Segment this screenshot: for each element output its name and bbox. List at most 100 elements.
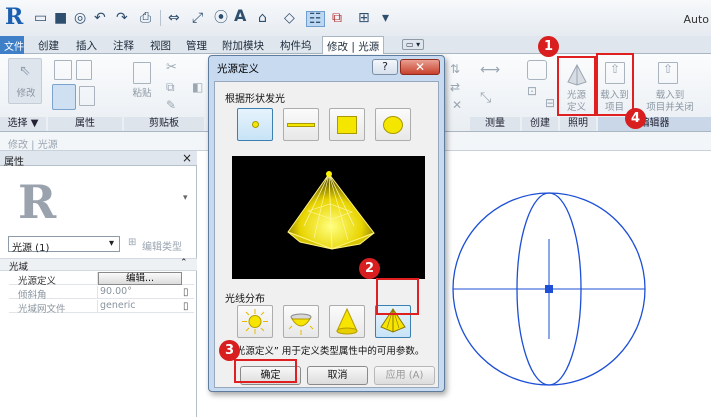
rectangle-shape-icon [337, 116, 357, 134]
tab-annotate[interactable]: 注释 [113, 38, 134, 53]
open-icon[interactable]: ▭ [34, 11, 47, 25]
delete-icon[interactable]: ✕ [452, 98, 462, 112]
tab-component-dock[interactable]: 构件坞 [280, 38, 312, 53]
tab-manage[interactable]: 管理 [186, 38, 207, 53]
geometry-icon[interactable]: ◧ [192, 80, 203, 94]
type-preview-dropdown-icon[interactable]: ▾ [183, 193, 188, 203]
type-properties-icon[interactable] [76, 60, 92, 80]
measure-distance-icon[interactable]: ⟷ [480, 62, 500, 78]
shape-rectangle-button[interactable] [329, 108, 365, 141]
associate-parameter-icon-2[interactable]: ▯ [183, 301, 189, 312]
edit-type-button[interactable]: 编辑类型 [142, 238, 182, 253]
properties-header: 属性 × [0, 151, 197, 168]
property-name: 光源定义 [18, 276, 57, 287]
apply-button[interactable]: 应用 (A) [374, 366, 435, 385]
redo-icon[interactable]: ↷ [116, 11, 128, 25]
type-preview-image: R [8, 175, 66, 231]
sync-icon[interactable]: ◎ [74, 11, 86, 25]
tab-add-ins[interactable]: 附加模块 [222, 38, 264, 53]
dimension-tool-icon[interactable]: ⤡ [480, 90, 491, 106]
shape-line-button[interactable] [283, 108, 319, 141]
tab-view[interactable]: 视图 [150, 38, 171, 53]
property-value[interactable]: generic [97, 300, 194, 313]
dialog-body: 根据形状发光 光线分布 “光源定义” 用于定义类型属性中的可用参数。 确定 取消… [214, 81, 439, 388]
type-selector[interactable]: 光源 (1) ▾ [8, 236, 120, 254]
customize-qat-icon[interactable]: ▾ [382, 11, 389, 25]
property-value-cell: 编辑... [97, 272, 194, 285]
3d-view-icon[interactable]: ⌂ [258, 11, 267, 25]
callout-marker-2: 2 [359, 258, 380, 279]
cut-icon[interactable]: ✂ [166, 60, 177, 75]
tab-file[interactable]: 文件 [0, 36, 24, 54]
align-icon[interactable]: ⇅ [450, 62, 460, 76]
type-preview-logo: R [18, 175, 57, 229]
load-close-label-2: 项目并关闭 [646, 102, 694, 113]
callout-marker-4: 4 [625, 108, 646, 129]
paste-icon[interactable] [133, 62, 151, 84]
panel-measure-label: 测量 [470, 117, 520, 131]
copy-icon[interactable]: ⧉ [166, 80, 175, 95]
create-form-icon[interactable] [527, 60, 547, 80]
edit-type-icon[interactable]: ⊞ [128, 237, 136, 248]
measure-icon[interactable]: ⇔ [168, 11, 180, 25]
offset-icon[interactable]: ⇄ [450, 80, 460, 94]
callout-highlight-photometric-web [376, 278, 419, 315]
paste-label: 粘贴 [132, 88, 152, 99]
tab-insert[interactable]: 插入 [76, 38, 97, 53]
switch-windows-icon[interactable]: ⊞ [358, 11, 370, 25]
print-icon[interactable]: ⎙ [140, 11, 151, 25]
load-into-project-and-close-button[interactable]: ⇧ 载入到 项目并关闭 [640, 56, 700, 114]
properties-icon[interactable] [54, 60, 72, 80]
distribution-spot-button[interactable] [329, 305, 365, 338]
properties-close-icon[interactable]: × [182, 151, 192, 165]
shape-circle-button[interactable] [375, 108, 411, 141]
properties-title: 属性 [4, 157, 24, 168]
panel-clipboard-label: 剪贴板 [124, 117, 204, 131]
match-properties-icon[interactable]: ✎ [166, 98, 176, 112]
property-row-light-source-definition: 光源定义 编辑... [9, 272, 194, 287]
dimension-icon[interactable]: ⤢ [192, 11, 203, 25]
section-icon[interactable]: ◇ [284, 11, 295, 25]
distribution-spherical-button[interactable] [237, 305, 273, 338]
associate-parameter-icon[interactable]: ▯ [183, 287, 189, 298]
group-header-photometrics[interactable]: 光域 ⌃ [0, 258, 197, 273]
close-button[interactable]: ✕ [400, 59, 440, 75]
dialog-info-text: “光源定义” 用于定义类型属性中的可用参数。 [231, 346, 425, 357]
panel-editor-label: 编辑器 [598, 117, 711, 131]
callout-marker-1: 1 [538, 36, 559, 57]
callout-highlight-ok [234, 359, 297, 383]
distribution-hemispherical-button[interactable] [283, 305, 319, 338]
property-name: 倾斜角 [18, 290, 47, 301]
ribbon-tab-bar: 文件 创建 插入 注释 视图 管理 附加模块 构件坞 修改 | 光源 ▭ ▾ [0, 36, 711, 55]
tag-icon[interactable]: ⦿ [214, 11, 228, 25]
panel-lighting-label: 照明 [560, 117, 596, 131]
modify-button[interactable]: ⇖ 修改 [8, 58, 42, 104]
shape-point-button[interactable] [237, 108, 273, 141]
create-group-icon[interactable]: ⊡ [527, 84, 537, 98]
property-name: 光域网文件 [18, 304, 66, 315]
property-value[interactable]: 90.00° [97, 286, 194, 299]
quick-access-toolbar: R ▭ ■ ◎ ↶ ↷ ⎙ ⇔ ⤢ ⦿ A ⌂ ◇ ☷ ⧉ ⊞ ▾ Auto [0, 0, 711, 36]
cancel-button[interactable]: 取消 [307, 366, 368, 385]
edit-button[interactable]: 编辑... [98, 272, 182, 285]
ribbon-toggle-icon[interactable]: ▭ ▾ [402, 39, 425, 50]
tab-modify-light[interactable]: 修改 | 光源 [322, 36, 385, 55]
save-icon[interactable]: ■ [54, 11, 67, 25]
panel-select-label[interactable]: 选择 ▼ [0, 117, 46, 131]
photometric-web-preview-svg [287, 171, 375, 250]
context-bar-text: 修改 | 光源 [8, 140, 58, 151]
family-types-button[interactable] [52, 84, 76, 110]
tab-create[interactable]: 创建 [38, 38, 59, 53]
text-icon[interactable]: A [234, 8, 246, 24]
group-header-label: 光域 [9, 262, 29, 273]
panel-create-label: 创建 [522, 117, 558, 131]
callout-marker-3: 3 [219, 340, 240, 361]
help-button[interactable]: ? [372, 59, 398, 75]
revit-logo[interactable]: R [5, 4, 23, 30]
create-similar-icon[interactable]: ⊟ [545, 96, 555, 110]
family-category-icon[interactable] [79, 86, 95, 106]
undo-icon[interactable]: ↶ [94, 11, 106, 25]
close-hidden-icon[interactable]: ⧉ [332, 11, 342, 25]
thin-lines-icon[interactable]: ☷ [306, 11, 325, 27]
load-close-label-1: 载入到 [655, 90, 685, 101]
